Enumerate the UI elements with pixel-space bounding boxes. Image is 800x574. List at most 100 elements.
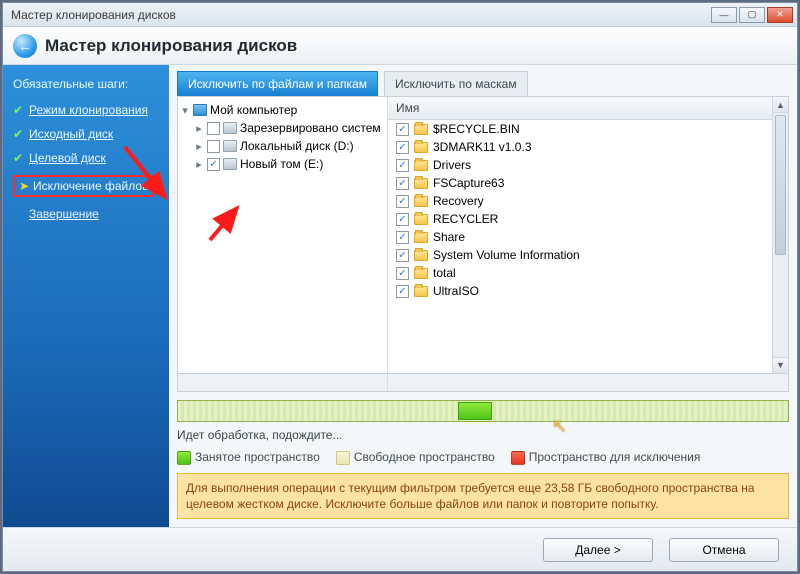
sidebar-step-label: Исходный диск (29, 127, 113, 141)
progress-bar (177, 400, 789, 422)
swatch-excl-icon (511, 451, 525, 465)
list-header-name[interactable]: Имя (388, 97, 772, 120)
list-item[interactable]: total (388, 264, 772, 282)
list-item[interactable]: FSCapture63 (388, 174, 772, 192)
checkbox[interactable] (207, 122, 220, 135)
folder-icon (414, 250, 428, 261)
scroll-thumb[interactable] (775, 115, 786, 255)
list-item[interactable]: Drivers (388, 156, 772, 174)
minimize-button[interactable]: — (711, 7, 737, 23)
list-item[interactable]: System Volume Information (388, 246, 772, 264)
cancel-button[interactable]: Отмена (669, 538, 779, 562)
wizard-header: ← Мастер клонирования дисков (3, 27, 797, 65)
panes: ▾ Мой компьютер ▸ Зарезервировано систем… (177, 96, 789, 374)
checkbox[interactable] (396, 249, 409, 262)
checkbox[interactable] (396, 285, 409, 298)
list-item-label: Drivers (433, 158, 471, 172)
arrow-right-icon: ➤ (19, 181, 29, 191)
list-item[interactable]: UltraISO (388, 282, 772, 300)
sidebar-step-label: Целевой диск (29, 151, 106, 165)
vertical-scrollbar[interactable]: ▲ ▼ (772, 97, 788, 373)
sidebar-step-label: Режим клонирования (29, 103, 148, 117)
file-list[interactable]: Имя $RECYCLE.BIN 3DMARK11 v1.0.3 Drivers… (388, 97, 772, 373)
folder-icon (414, 142, 428, 153)
checkbox[interactable] (396, 123, 409, 136)
checkbox[interactable] (396, 159, 409, 172)
list-item-label: Recovery (433, 194, 484, 208)
scroll-down-button[interactable]: ▼ (773, 357, 788, 373)
sidebar-step-source[interactable]: ✔ Исходный диск (13, 127, 159, 141)
checkbox[interactable] (396, 231, 409, 244)
folder-icon (414, 124, 428, 135)
window-title: Мастер клонирования дисков (7, 8, 709, 22)
list-item[interactable]: RECYCLER (388, 210, 772, 228)
sidebar-step-label: Исключение файлов (33, 179, 148, 193)
sidebar-step-target[interactable]: ✔ Целевой диск (13, 151, 159, 165)
wizard-window: Мастер клонирования дисков — ▢ ✕ ← Масте… (2, 2, 798, 572)
sidebar-step-label: Завершение (29, 207, 99, 221)
expander-icon[interactable]: ▾ (180, 104, 190, 117)
checkbox[interactable] (207, 158, 220, 171)
expander-icon[interactable]: ▸ (194, 122, 204, 135)
expander-icon[interactable]: ▸ (194, 140, 204, 153)
tree-node[interactable]: ▸ Локальный диск (D:) (180, 137, 385, 155)
footer: Далее > Отмена (3, 527, 797, 571)
folder-icon (414, 178, 428, 189)
sidebar-step-finish[interactable]: Завершение (13, 207, 159, 221)
tab-exclude-by-masks[interactable]: Исключить по маскам (384, 71, 528, 96)
next-button[interactable]: Далее > (543, 538, 653, 562)
horizontal-scrollbar[interactable] (177, 374, 789, 392)
checkbox[interactable] (396, 213, 409, 226)
checkbox[interactable] (207, 140, 220, 153)
back-button[interactable]: ← (13, 34, 37, 58)
main-panel: Исключить по файлам и папкам Исключить п… (169, 65, 797, 527)
close-button[interactable]: ✕ (767, 7, 793, 23)
checkbox[interactable] (396, 141, 409, 154)
list-item-label: System Volume Information (433, 248, 580, 262)
drive-icon (223, 122, 237, 134)
list-item-label: $RECYCLE.BIN (433, 122, 520, 136)
tree-node[interactable]: ▸ Зарезервировано систем (180, 119, 385, 137)
wizard-body: Обязательные шаги: ✔ Режим клонирования … (3, 65, 797, 527)
folder-icon (414, 196, 428, 207)
list-item[interactable]: Share (388, 228, 772, 246)
swatch-used-icon (177, 451, 191, 465)
folder-tree[interactable]: ▾ Мой компьютер ▸ Зарезервировано систем… (178, 97, 388, 373)
folder-icon (414, 268, 428, 279)
check-icon: ✔ (13, 153, 23, 163)
legend-free: Свободное пространство (336, 450, 495, 465)
folder-icon (414, 160, 428, 171)
list-item[interactable]: 3DMARK11 v1.0.3 (388, 138, 772, 156)
tree-label: Зарезервировано систем (240, 121, 381, 135)
tab-exclude-by-files[interactable]: Исключить по файлам и папкам (177, 71, 378, 96)
drive-icon (223, 140, 237, 152)
list-item[interactable]: $RECYCLE.BIN (388, 120, 772, 138)
folder-icon (414, 214, 428, 225)
legend-excluded: Пространство для исключения (511, 450, 701, 465)
tree-node-selected[interactable]: ▸ Новый том (E:) (180, 155, 385, 173)
list-item-label: UltraISO (433, 284, 479, 298)
maximize-button[interactable]: ▢ (739, 7, 765, 23)
sidebar-step-exclude[interactable]: ➤ Исключение файлов (13, 175, 159, 197)
titlebar[interactable]: Мастер клонирования дисков — ▢ ✕ (3, 3, 797, 27)
sidebar-step-mode[interactable]: ✔ Режим клонирования (13, 103, 159, 117)
legend-used: Занятое пространство (177, 450, 320, 465)
scroll-up-button[interactable]: ▲ (773, 97, 788, 113)
checkbox[interactable] (396, 177, 409, 190)
swatch-free-icon (336, 451, 350, 465)
tree-label: Локальный диск (D:) (240, 139, 354, 153)
progress-chunk (458, 402, 492, 420)
status-text: Идет обработка, подождите... (177, 428, 789, 442)
folder-icon (414, 286, 428, 297)
tree-root[interactable]: ▾ Мой компьютер (180, 101, 385, 119)
expander-icon[interactable]: ▸ (194, 158, 204, 171)
checkbox[interactable] (396, 195, 409, 208)
checkbox[interactable] (396, 267, 409, 280)
check-icon: ✔ (13, 129, 23, 139)
tree-label: Мой компьютер (210, 103, 297, 117)
folder-icon (414, 232, 428, 243)
list-item[interactable]: Recovery (388, 192, 772, 210)
sidebar: Обязательные шаги: ✔ Режим клонирования … (3, 65, 169, 527)
computer-icon (193, 104, 207, 116)
check-icon: ✔ (13, 105, 23, 115)
